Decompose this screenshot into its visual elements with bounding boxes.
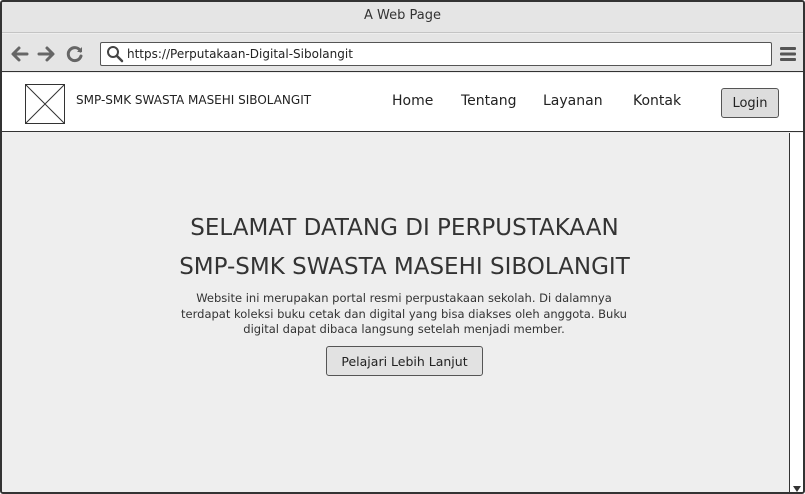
- nav-link-tentang[interactable]: Tentang: [461, 93, 517, 109]
- scroll-down-icon[interactable]: [793, 486, 801, 492]
- search-icon: [107, 46, 124, 63]
- back-arrow-icon[interactable]: [10, 44, 30, 64]
- hero-title-line1: SELAMAT DATANG DI PERPUSTAKAAN: [190, 215, 619, 241]
- hero-description: Website ini merupakan portal resmi perpu…: [181, 291, 627, 336]
- browser-window: A Web Page SMP-SMK SWASTA MASEHI SIBOLAN…: [0, 0, 805, 494]
- learn-more-button[interactable]: Pelajari Lebih Lanjut: [326, 346, 483, 376]
- hero-title-line2: SMP-SMK SWASTA MASEHI SIBOLANGIT: [179, 254, 630, 280]
- logo-placeholder-icon: [25, 84, 65, 124]
- login-button[interactable]: Login: [721, 88, 779, 118]
- nav-link-layanan[interactable]: Layanan: [543, 93, 603, 109]
- nav-link-home[interactable]: Home: [392, 93, 433, 109]
- site-name: SMP-SMK SWASTA MASEHI SIBOLANGIT: [76, 93, 312, 107]
- forward-arrow-icon[interactable]: [36, 44, 56, 64]
- browser-toolbar: [2, 34, 803, 72]
- address-bar[interactable]: [100, 42, 772, 66]
- vertical-scrollbar[interactable]: [789, 133, 803, 492]
- url-input[interactable]: [127, 45, 757, 63]
- hamburger-menu-icon[interactable]: [778, 44, 798, 64]
- window-title: A Web Page: [2, 2, 803, 33]
- reload-icon[interactable]: [65, 44, 85, 64]
- nav-link-kontak[interactable]: Kontak: [633, 93, 681, 109]
- site-header: SMP-SMK SWASTA MASEHI SIBOLANGIT Home Te…: [2, 73, 803, 132]
